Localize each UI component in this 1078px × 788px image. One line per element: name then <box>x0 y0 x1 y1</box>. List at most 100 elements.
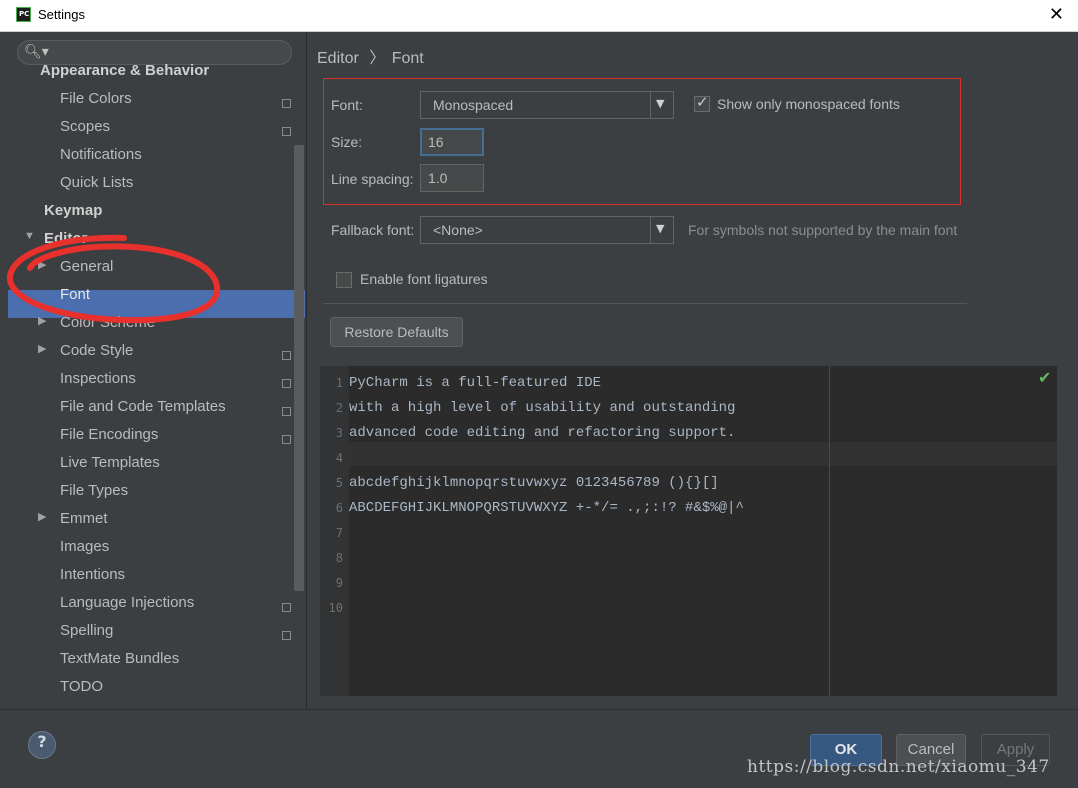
sidebar-item-todo[interactable]: TODO <box>60 678 103 706</box>
settings-sidebar: 🔍︎▾ Appearance & Behavior File Colors Scop… <box>8 32 306 709</box>
line-number: 3 <box>335 426 343 440</box>
sidebar-item-file-and-code-templates[interactable]: File and Code Templates <box>60 398 291 426</box>
settings-window: PC Settings ✕ 🔍︎▾ Appearance & Behavior F… <box>0 0 1078 788</box>
line-number: 7 <box>335 526 343 540</box>
line-number: 6 <box>335 501 343 515</box>
fallback-dropdown-button[interactable]: ▼ <box>650 217 673 243</box>
sidebar-item-images[interactable]: Images <box>60 538 109 566</box>
sidebar-item-intentions[interactable]: Intentions <box>60 566 125 594</box>
sidebar-item-label: Inspections <box>60 370 136 387</box>
sidebar-item-file-encodings[interactable]: File Encodings <box>60 426 291 454</box>
breadcrumb-parent: Editor <box>317 50 359 67</box>
sidebar-item-quick-lists[interactable]: Quick Lists <box>60 174 133 202</box>
panel-divider[interactable] <box>306 32 307 709</box>
expanded-arrow-icon[interactable]: ▼ <box>24 230 35 242</box>
sidebar-item-language-injections[interactable]: Language Injections <box>60 594 291 622</box>
line-spacing-value: 1.0 <box>428 170 448 186</box>
sidebar-item-appearance-behavior[interactable]: Appearance & Behavior <box>40 62 209 90</box>
sidebar-item-file-types[interactable]: File Types <box>60 482 128 510</box>
selection-highlight <box>8 290 305 318</box>
checkmark-icon: ✓ <box>696 93 709 111</box>
project-settings-icon <box>282 603 291 612</box>
sidebar-item-label: Quick Lists <box>60 174 134 191</box>
collapsed-arrow-icon[interactable]: ▶ <box>38 342 46 355</box>
sidebar-item-label: Editor <box>44 230 88 247</box>
sidebar-item-code-style[interactable]: ▶ Code Style <box>38 342 291 370</box>
line-number: 2 <box>335 401 343 415</box>
collapsed-arrow-icon[interactable]: ▶ <box>38 314 46 327</box>
sidebar-item-label: Color Scheme <box>60 314 156 331</box>
sidebar-item-label: Language Injections <box>60 594 195 611</box>
line-number: 8 <box>335 551 343 565</box>
project-settings-icon <box>282 99 291 108</box>
sidebar-item-label: Appearance & Behavior <box>40 62 210 79</box>
restore-defaults-button[interactable]: Restore Defaults <box>330 317 463 347</box>
size-label: Size: <box>331 134 363 150</box>
preview-code-line: ABCDEFGHIJKLMNOPQRSTUVWXYZ +-*/= .,;:!? … <box>349 500 744 516</box>
sidebar-item-label: Emmet <box>60 510 108 527</box>
sidebar-item-file-colors[interactable]: File Colors <box>60 90 291 118</box>
pycharm-app-icon: PC <box>16 7 31 22</box>
collapsed-arrow-icon[interactable]: ▶ <box>38 258 46 271</box>
sidebar-item-editor[interactable]: ▼ Editor <box>24 230 88 258</box>
window-title: Settings <box>38 7 85 22</box>
sidebar-scrollbar[interactable] <box>294 145 304 591</box>
current-line-highlight <box>349 442 1057 466</box>
fallback-font-select[interactable]: <None> ▼ <box>420 216 674 244</box>
project-settings-icon <box>282 631 291 640</box>
font-select[interactable]: Monospaced ▼ <box>420 91 674 119</box>
ligatures-checkbox[interactable] <box>336 272 352 288</box>
line-spacing-field[interactable]: 1.0 <box>420 164 484 192</box>
preview-code-line: with a high level of usability and outst… <box>349 400 736 416</box>
collapsed-arrow-icon[interactable]: ▶ <box>38 510 46 523</box>
chevron-down-icon: ▼ <box>656 97 665 110</box>
sidebar-item-label: Spelling <box>60 622 114 639</box>
sidebar-item-label: File and Code Templates <box>60 398 226 415</box>
project-settings-icon <box>282 351 291 360</box>
size-field[interactable]: 16 <box>420 128 484 156</box>
sidebar-item-emmet[interactable]: ▶ Emmet <box>38 510 108 538</box>
line-number: 1 <box>335 376 343 390</box>
line-spacing-label: Line spacing: <box>331 171 414 187</box>
sidebar-item-live-templates[interactable]: Live Templates <box>60 454 160 482</box>
fallback-font-hint: For symbols not supported by the main fo… <box>688 222 958 238</box>
chevron-down-icon: ▼ <box>656 222 665 235</box>
fallback-font-value: <None> <box>433 222 483 238</box>
sidebar-item-label: Images <box>60 538 110 555</box>
font-dropdown-button[interactable]: ▼ <box>650 92 673 118</box>
sidebar-item-label: Live Templates <box>60 454 160 471</box>
sidebar-item-notifications[interactable]: Notifications <box>60 146 142 174</box>
font-label: Font: <box>331 97 363 113</box>
monospaced-only-checkbox[interactable]: ✓ <box>694 93 710 112</box>
sidebar-item-spelling[interactable]: Spelling <box>60 622 291 650</box>
sidebar-item-color-scheme[interactable]: ▶ Color Scheme <box>38 314 156 342</box>
size-field-value: 16 <box>428 134 444 150</box>
preview-code-line: abcdefghijklmnopqrstuvwxyz 0123456789 ()… <box>349 475 719 491</box>
sidebar-item-scopes[interactable]: Scopes <box>60 118 291 146</box>
search-icon: 🔍︎▾ <box>24 44 49 60</box>
sidebar-item-inspections[interactable]: Inspections <box>60 370 291 398</box>
sidebar-item-font[interactable]: Font <box>60 286 90 314</box>
sidebar-item-label: TODO <box>60 678 104 695</box>
breadcrumb-separator-icon: 〉 <box>369 50 386 67</box>
sidebar-item-label: Keymap <box>44 202 103 219</box>
fallback-font-label: Fallback font: <box>331 222 415 238</box>
title-bar: PC Settings ✕ <box>0 0 1078 32</box>
sidebar-item-label: Font <box>60 286 91 303</box>
sidebar-item-label: Code Style <box>60 342 134 359</box>
project-settings-icon <box>282 127 291 136</box>
sidebar-item-label: General <box>60 258 114 275</box>
sidebar-item-textmate-bundles[interactable]: TextMate Bundles <box>60 650 179 678</box>
line-number: 10 <box>328 601 343 615</box>
sidebar-item-keymap[interactable]: Keymap <box>44 202 102 230</box>
font-select-value: Monospaced <box>433 97 514 113</box>
sidebar-item-general[interactable]: ▶ General <box>38 258 114 286</box>
sidebar-item-label: File Encodings <box>60 426 159 443</box>
font-preview-editor[interactable]: 1 PyCharm is a full-featured IDE 2 with a h… <box>320 366 1057 696</box>
sidebar-item-label: File Types <box>60 482 129 499</box>
help-icon[interactable]: ? <box>28 731 56 759</box>
sidebar-item-label: Scopes <box>60 118 111 135</box>
preview-code-line: advanced code editing and refactoring su… <box>349 425 736 441</box>
breadcrumb: Editor 〉 Font <box>317 44 424 68</box>
close-icon[interactable]: ✕ <box>1049 4 1064 25</box>
